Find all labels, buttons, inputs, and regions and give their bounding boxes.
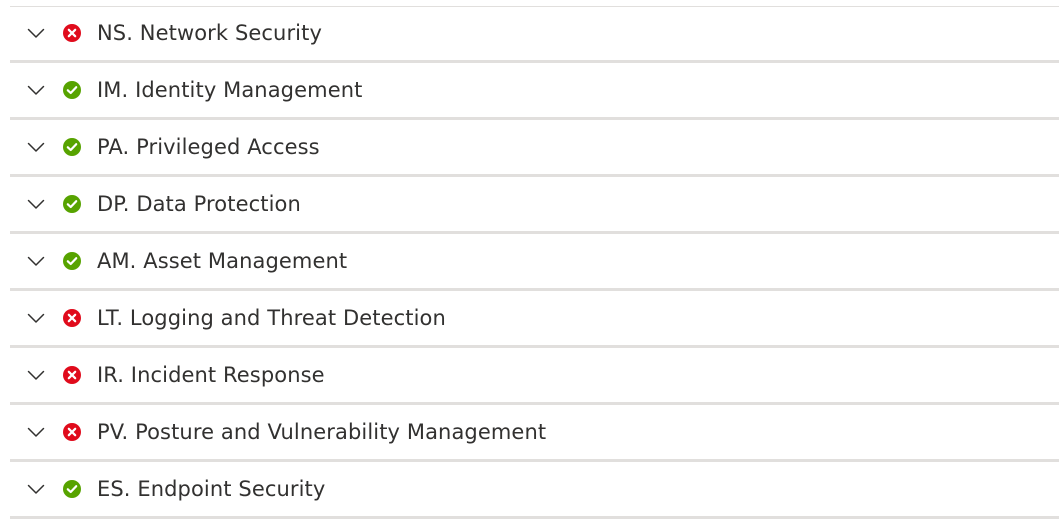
section-label: DP. Data Protection [97,192,301,216]
chevron-down-icon[interactable] [26,137,46,157]
section-label: IR. Incident Response [97,363,325,387]
check-circle-icon [63,138,81,156]
compliance-section-list: NS. Network Security IM. Identity Manage… [0,0,1059,519]
chevron-down-icon[interactable] [26,251,46,271]
section-row-pa[interactable]: PA. Privileged Access [10,120,1059,177]
section-row-dp[interactable]: DP. Data Protection [10,177,1059,234]
check-circle-icon [63,252,81,270]
section-row-am[interactable]: AM. Asset Management [10,234,1059,291]
chevron-down-icon[interactable] [26,479,46,499]
error-circle-icon [63,366,81,384]
chevron-down-icon[interactable] [26,422,46,442]
chevron-down-icon[interactable] [26,80,46,100]
section-row-im[interactable]: IM. Identity Management [10,63,1059,120]
section-row-pv[interactable]: PV. Posture and Vulnerability Management [10,405,1059,462]
section-label: PV. Posture and Vulnerability Management [97,420,547,444]
section-label: PA. Privileged Access [97,135,320,159]
section-row-ns[interactable]: NS. Network Security [10,6,1059,63]
section-label: ES. Endpoint Security [97,477,326,501]
section-row-ir[interactable]: IR. Incident Response [10,348,1059,405]
chevron-down-icon[interactable] [26,194,46,214]
section-label: NS. Network Security [97,21,322,45]
chevron-down-icon[interactable] [26,23,46,43]
error-circle-icon [63,24,81,42]
chevron-down-icon[interactable] [26,308,46,328]
section-label: LT. Logging and Threat Detection [97,306,446,330]
chevron-down-icon[interactable] [26,365,46,385]
error-circle-icon [63,309,81,327]
section-label: IM. Identity Management [97,78,363,102]
section-label: AM. Asset Management [97,249,348,273]
check-circle-icon [63,195,81,213]
section-row-lt[interactable]: LT. Logging and Threat Detection [10,291,1059,348]
section-row-es[interactable]: ES. Endpoint Security [10,462,1059,519]
check-circle-icon [63,480,81,498]
check-circle-icon [63,81,81,99]
error-circle-icon [63,423,81,441]
